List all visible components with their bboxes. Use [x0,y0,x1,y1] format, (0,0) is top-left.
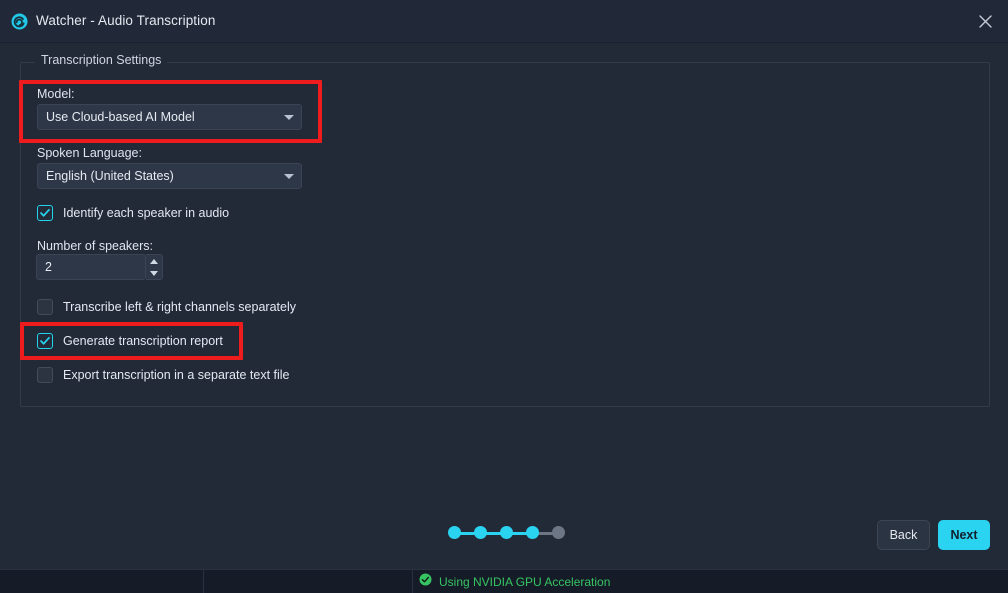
export-text-file-label: Export transcription in a separate text … [63,368,290,382]
separate-channels-checkbox[interactable]: Transcribe left & right channels separat… [37,299,296,315]
identify-speakers-label: Identify each speaker in audio [63,206,230,220]
status-bar: Using NVIDIA GPU Acceleration [0,569,1008,593]
next-button[interactable]: Next [938,520,990,550]
model-selected-value: Use Cloud-based AI Model [46,110,195,124]
separate-channels-label: Transcribe left & right channels separat… [63,300,296,314]
spoken-language-label: Spoken Language: [37,146,142,160]
status-bar-divider [203,570,204,593]
model-label: Model: [37,87,75,101]
spiral-logo-icon [11,13,28,30]
identify-speakers-checkbox[interactable]: Identify each speaker in audio [37,205,229,221]
wizard-step-indicator [446,526,566,542]
back-button[interactable]: Back [877,520,930,550]
check-circle-icon [419,573,432,591]
group-legend: Transcription Settings [35,53,168,67]
stepper-buttons[interactable] [146,254,163,280]
generate-report-label: Generate transcription report [63,334,223,348]
spoken-language-dropdown[interactable]: English (United States) [37,163,302,189]
wizard-step-5[interactable] [552,526,565,539]
number-of-speakers-stepper[interactable]: 2 [36,254,163,280]
wizard-step-2[interactable] [474,526,487,539]
number-of-speakers-input[interactable]: 2 [36,254,146,280]
wizard-step-4[interactable] [526,526,539,539]
export-text-file-checkbox[interactable]: Export transcription in a separate text … [37,367,290,383]
stepper-decrement-button[interactable] [146,267,161,280]
application-window: Watcher - Audio Transcription Transcript… [0,0,1008,593]
checkbox-checked-icon [37,333,53,349]
status-bar-divider [412,570,413,593]
gpu-acceleration-status: Using NVIDIA GPU Acceleration [419,570,610,593]
model-dropdown[interactable]: Use Cloud-based AI Model [37,104,302,130]
wizard-step-3[interactable] [500,526,513,539]
checkbox-unchecked-icon [37,299,53,315]
number-of-speakers-value: 2 [45,260,52,274]
checkbox-checked-icon [37,205,53,221]
wizard-step-1[interactable] [448,526,461,539]
window-title: Watcher - Audio Transcription [36,13,216,28]
caret-up-icon [149,259,158,264]
transcription-settings-group: Transcription Settings Model: Use Cloud-… [20,53,990,407]
gpu-status-text: Using NVIDIA GPU Acceleration [439,575,611,589]
checkbox-unchecked-icon [37,367,53,383]
close-icon[interactable] [962,0,1008,43]
title-bar: Watcher - Audio Transcription [0,0,1008,43]
chevron-down-icon [284,174,294,179]
spoken-language-selected-value: English (United States) [46,169,174,183]
generate-transcription-report-checkbox[interactable]: Generate transcription report [37,333,223,349]
number-of-speakers-label: Number of speakers: [37,239,154,253]
caret-down-icon [149,271,158,276]
chevron-down-icon [284,115,294,120]
